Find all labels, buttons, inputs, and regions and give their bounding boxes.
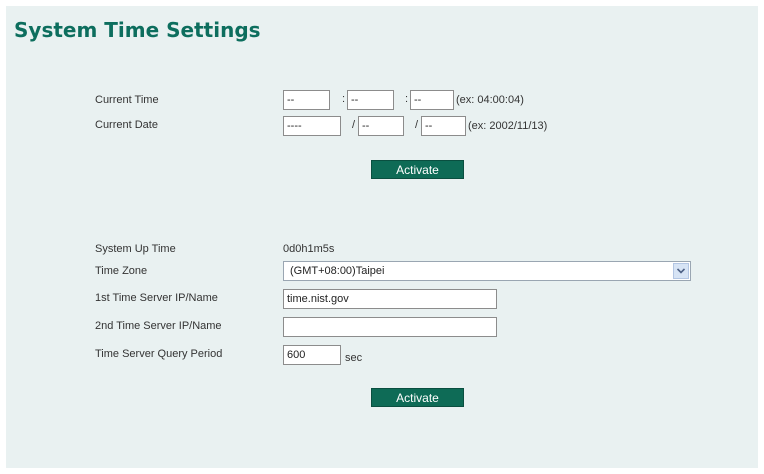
server1-label: 1st Time Server IP/Name (95, 292, 218, 304)
uptime-value: 0d0h1m5s (283, 243, 335, 255)
server2-input[interactable] (283, 317, 497, 337)
activate-time-button[interactable]: Activate (371, 160, 464, 179)
current-time-label: Current Time (95, 94, 159, 106)
date-separator: / (352, 119, 356, 131)
server1-input[interactable] (283, 289, 497, 309)
server2-label: 2nd Time Server IP/Name (95, 320, 222, 332)
timezone-selected-value: (GMT+08:00)Taipei (290, 265, 385, 277)
month-input[interactable] (358, 116, 404, 136)
uptime-label: System Up Time (95, 243, 176, 255)
day-input[interactable] (421, 116, 466, 136)
chevron-down-icon[interactable] (673, 263, 689, 279)
time-separator: : (342, 93, 346, 105)
date-separator: / (415, 119, 419, 131)
year-input[interactable] (283, 116, 341, 136)
hour-input[interactable] (283, 90, 330, 110)
timezone-label: Time Zone (95, 265, 148, 277)
query-period-unit: sec (345, 352, 363, 364)
second-input[interactable] (410, 90, 454, 110)
page-title: System Time Settings (14, 18, 261, 42)
time-example-hint: (ex: 04:00:04) (456, 94, 524, 106)
settings-panel: System Time Settings Current Time : : (e… (6, 6, 758, 468)
date-example-hint: (ex: 2002/11/13) (468, 120, 548, 132)
query-period-input[interactable] (283, 345, 341, 365)
timezone-select[interactable]: (GMT+08:00)Taipei (283, 261, 691, 281)
activate-server-button[interactable]: Activate (371, 388, 464, 407)
time-separator: : (405, 93, 409, 105)
current-date-label: Current Date (95, 119, 158, 131)
minute-input[interactable] (347, 90, 394, 110)
query-period-label: Time Server Query Period (95, 348, 223, 360)
